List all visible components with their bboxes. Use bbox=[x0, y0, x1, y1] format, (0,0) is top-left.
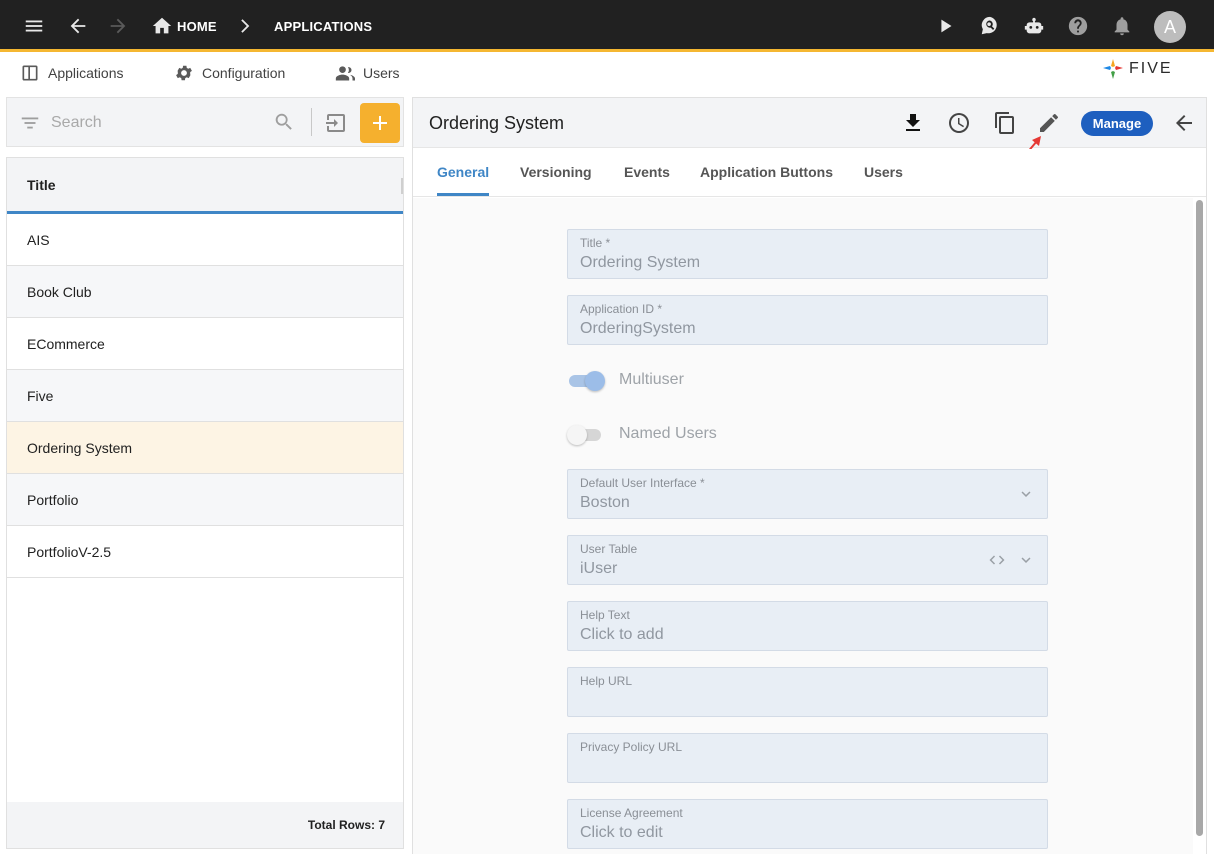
configuration-gear-icon bbox=[176, 65, 192, 81]
chevron-down-icon[interactable] bbox=[1017, 485, 1035, 503]
play-icon[interactable] bbox=[934, 14, 958, 38]
user-table-label: User Table bbox=[580, 542, 638, 556]
privacy-url-label: Privacy Policy URL bbox=[580, 740, 683, 754]
list-item[interactable]: PortfolioV-2.5 bbox=[7, 526, 403, 578]
list-item[interactable]: Book Club bbox=[7, 266, 403, 318]
tab-application-buttons[interactable]: Application Buttons bbox=[700, 164, 833, 180]
forward-icon[interactable] bbox=[106, 14, 130, 38]
default-ui-label: Default User Interface * bbox=[580, 476, 705, 490]
applications-list-panel: Title AIS Book Club ECommerce Five Order… bbox=[6, 97, 404, 849]
manage-button[interactable]: Manage bbox=[1081, 111, 1153, 136]
edit-pencil-icon[interactable] bbox=[1037, 111, 1061, 135]
application-id-field[interactable]: Application ID * OrderingSystem bbox=[567, 295, 1048, 345]
list-item[interactable]: Five bbox=[7, 370, 403, 422]
close-back-arrow-icon[interactable] bbox=[1172, 111, 1196, 135]
column-header-title[interactable]: Title bbox=[7, 158, 403, 214]
application-id-value: OrderingSystem bbox=[580, 320, 696, 337]
tab-users[interactable]: Users bbox=[864, 164, 903, 180]
title-field[interactable]: Title * Ordering System bbox=[567, 229, 1048, 279]
nav-users-label: Users bbox=[363, 65, 400, 81]
chevron-right-icon bbox=[232, 14, 256, 38]
breadcrumb-applications[interactable]: APPLICATIONS bbox=[274, 19, 372, 34]
license-label: License Agreement bbox=[580, 806, 683, 820]
nav-configuration-label: Configuration bbox=[202, 65, 286, 81]
help-text-value: Click to add bbox=[580, 626, 664, 643]
top-app-bar: HOME APPLICATIONS A bbox=[0, 0, 1214, 52]
search-divider bbox=[311, 108, 312, 136]
history-clock-icon[interactable] bbox=[947, 111, 971, 135]
search-input[interactable] bbox=[51, 110, 261, 136]
form-body: Title * Ordering System Application ID *… bbox=[413, 198, 1193, 854]
bell-icon[interactable] bbox=[1110, 14, 1134, 38]
help-url-label: Help URL bbox=[580, 674, 633, 688]
license-agreement-field[interactable]: License Agreement Click to edit bbox=[567, 799, 1048, 849]
named-users-toggle[interactable] bbox=[567, 424, 605, 445]
title-field-value: Ordering System bbox=[580, 254, 701, 271]
form-title: Ordering System bbox=[429, 113, 565, 133]
column-resize-handle[interactable] bbox=[401, 178, 403, 194]
bot-icon[interactable] bbox=[1022, 14, 1046, 38]
breadcrumb-home[interactable]: HOME bbox=[177, 19, 217, 34]
search-bar bbox=[6, 97, 404, 147]
multiuser-label: Multiuser bbox=[619, 371, 684, 388]
user-table-select[interactable]: User Table iUser bbox=[567, 535, 1048, 585]
back-icon[interactable] bbox=[66, 14, 90, 38]
multiuser-toggle-row: Multiuser bbox=[567, 368, 684, 392]
privacy-policy-url-field[interactable]: Privacy Policy URL bbox=[567, 733, 1048, 783]
application-form-panel: Ordering System Manage General Versionin… bbox=[412, 97, 1207, 854]
copy-icon[interactable] bbox=[993, 111, 1017, 135]
help-url-field[interactable]: Help URL bbox=[567, 667, 1048, 717]
help-text-label: Help Text bbox=[580, 608, 630, 622]
license-value: Click to edit bbox=[580, 824, 663, 841]
list-item-selected[interactable]: Ordering System bbox=[7, 422, 403, 474]
help-icon[interactable] bbox=[1066, 14, 1090, 38]
avatar[interactable]: A bbox=[1154, 11, 1186, 43]
tab-general[interactable]: General bbox=[437, 164, 489, 180]
nav-configuration[interactable]: Configuration bbox=[174, 63, 285, 83]
plus-icon bbox=[373, 116, 387, 130]
total-rows: Total Rows: 7 bbox=[7, 802, 403, 848]
search-icon[interactable] bbox=[273, 111, 295, 138]
secondary-nav: Applications Configuration Users bbox=[0, 55, 1214, 89]
home-icon[interactable] bbox=[150, 14, 174, 38]
nav-users[interactable]: Users bbox=[335, 63, 400, 83]
list-item[interactable]: Portfolio bbox=[7, 474, 403, 526]
download-icon[interactable] bbox=[901, 111, 925, 135]
tab-events[interactable]: Events bbox=[624, 164, 670, 180]
multiuser-toggle[interactable] bbox=[567, 370, 605, 391]
chevron-down-icon[interactable] bbox=[1017, 551, 1035, 569]
default-ui-value: Boston bbox=[580, 494, 630, 511]
user-table-value: iUser bbox=[580, 560, 618, 577]
list-item[interactable]: ECommerce bbox=[7, 318, 403, 370]
form-scrollbar[interactable] bbox=[1196, 200, 1203, 836]
help-text-field[interactable]: Help Text Click to add bbox=[567, 601, 1048, 651]
form-tabs: General Versioning Events Application Bu… bbox=[413, 149, 1206, 197]
form-header: Ordering System Manage bbox=[413, 98, 1206, 148]
application-icon bbox=[22, 65, 38, 81]
logo-text: FIVE bbox=[1129, 60, 1173, 77]
list-item[interactable]: AIS bbox=[7, 214, 403, 266]
menu-icon[interactable] bbox=[22, 14, 46, 38]
applications-list: Title AIS Book Club ECommerce Five Order… bbox=[6, 157, 404, 849]
nav-applications-label: Applications bbox=[48, 65, 124, 81]
named-users-toggle-row: Named Users bbox=[567, 422, 717, 446]
five-logo: FIVE bbox=[1101, 57, 1173, 81]
add-button[interactable] bbox=[360, 103, 400, 143]
default-user-interface-select[interactable]: Default User Interface * Boston bbox=[567, 469, 1048, 519]
title-field-label: Title * bbox=[580, 236, 611, 250]
filter-icon[interactable] bbox=[19, 112, 41, 134]
active-tab-indicator bbox=[437, 193, 489, 196]
column-header-label: Title bbox=[27, 176, 56, 193]
search-chat-icon[interactable] bbox=[978, 14, 1002, 38]
tab-versioning[interactable]: Versioning bbox=[520, 164, 592, 180]
code-brackets-icon[interactable] bbox=[987, 551, 1007, 569]
import-icon[interactable] bbox=[324, 111, 348, 140]
users-icon bbox=[335, 66, 355, 81]
five-logo-icon bbox=[1103, 59, 1123, 79]
application-id-label: Application ID * bbox=[580, 302, 663, 316]
nav-applications[interactable]: Applications bbox=[20, 63, 124, 83]
named-users-label: Named Users bbox=[619, 425, 717, 442]
